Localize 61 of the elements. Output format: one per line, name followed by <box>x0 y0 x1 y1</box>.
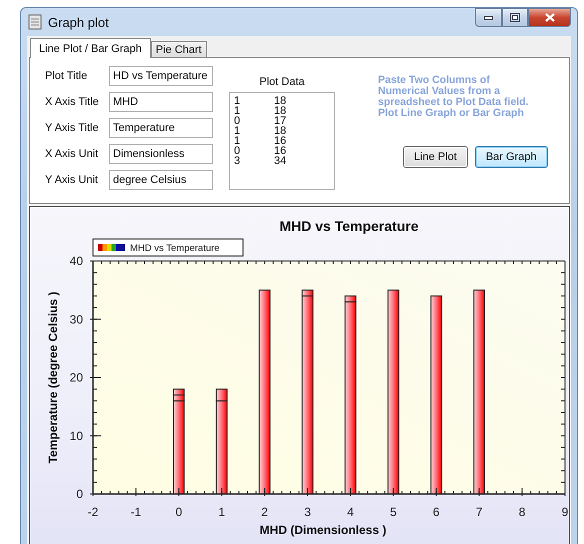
tick-label: 6 <box>432 505 440 519</box>
field-label: Plot Title <box>45 70 88 82</box>
tick-label: -2 <box>88 505 98 519</box>
data-value: 18 <box>274 96 288 106</box>
close-button[interactable] <box>528 8 571 27</box>
field-label: Y Axis Unit <box>45 174 99 186</box>
data-value: 16 <box>274 136 288 146</box>
plot-button[interactable]: Bar Graph <box>474 146 548 168</box>
plot-button[interactable]: Line Plot <box>403 146 468 168</box>
tick-label: -1 <box>130 505 142 519</box>
data-value: 34 <box>274 156 288 166</box>
tick-label: 4 <box>347 505 354 519</box>
x-axis-title: MHD (Dimensionless ) <box>260 523 386 537</box>
input-field[interactable]: MHD <box>109 92 213 112</box>
data-value: 1 <box>234 126 242 136</box>
field-label: X Axis Title <box>45 96 100 108</box>
tick-label: 8 <box>518 505 526 519</box>
field-label: Plot Data <box>259 76 305 88</box>
minimize-button[interactable] <box>475 8 502 27</box>
tick-label: 7 <box>476 505 483 519</box>
maximize-button[interactable] <box>502 8 528 27</box>
data-value: 18 <box>274 126 288 136</box>
tick-label: 9 <box>562 505 568 519</box>
window-title: Graph plot <box>48 14 110 30</box>
close-icon <box>544 13 554 22</box>
chart-title: MHD vs Temperature <box>280 218 418 234</box>
y-axis-title: Temperature (degree Celsius ) <box>46 292 60 464</box>
field-label: Y Axis Title <box>45 122 100 134</box>
data-value: 18 <box>274 106 288 116</box>
maximize-icon <box>510 13 520 22</box>
data-value: 16 <box>274 146 288 156</box>
legend-label: MHD vs Temperature <box>130 243 220 254</box>
tab[interactable]: Line Plot / Bar Graph <box>30 38 151 58</box>
data-value: 17 <box>274 116 288 126</box>
tick-label: 20 <box>70 370 83 384</box>
data-value: 1 <box>234 106 242 116</box>
input-field[interactable]: degree Celsius <box>109 170 213 190</box>
tick-label: 3 <box>304 505 311 519</box>
input-field[interactable]: HD vs Temperature <box>109 66 213 86</box>
data-value: 3 <box>234 156 242 166</box>
tick-label: 10 <box>70 428 83 443</box>
notepad-icon <box>28 14 42 30</box>
data-value: 0 <box>234 146 242 156</box>
tab[interactable]: Pie Chart <box>150 41 207 58</box>
tick-label: 30 <box>70 312 83 326</box>
field-label: X Axis Unit <box>45 148 100 160</box>
legend-swatch <box>98 244 125 251</box>
tick-label: 40 <box>70 254 83 268</box>
tick-label: 1 <box>218 505 226 519</box>
minimize-icon <box>484 16 493 20</box>
input-field[interactable]: Temperature <box>109 118 213 138</box>
hint-text: Paste Two Columns of Numerical Values from a spreadsheet to Plot Data field. Plot Line Graph or Bar Graph <box>378 75 530 119</box>
data-value: 1 <box>234 136 242 146</box>
tick-label: 0 <box>175 505 182 519</box>
input-field[interactable]: Dimensionless <box>109 144 213 164</box>
plot-data-field[interactable]: 1 18 1 18 0 17 1 18 1 16 0 16 3 34 <box>229 92 335 190</box>
data-value: 1 <box>234 96 242 106</box>
tick-label: 5 <box>390 505 397 519</box>
tick-label: 2 <box>261 505 268 519</box>
data-value: 0 <box>234 116 242 126</box>
tick-label: 0 <box>76 487 83 501</box>
